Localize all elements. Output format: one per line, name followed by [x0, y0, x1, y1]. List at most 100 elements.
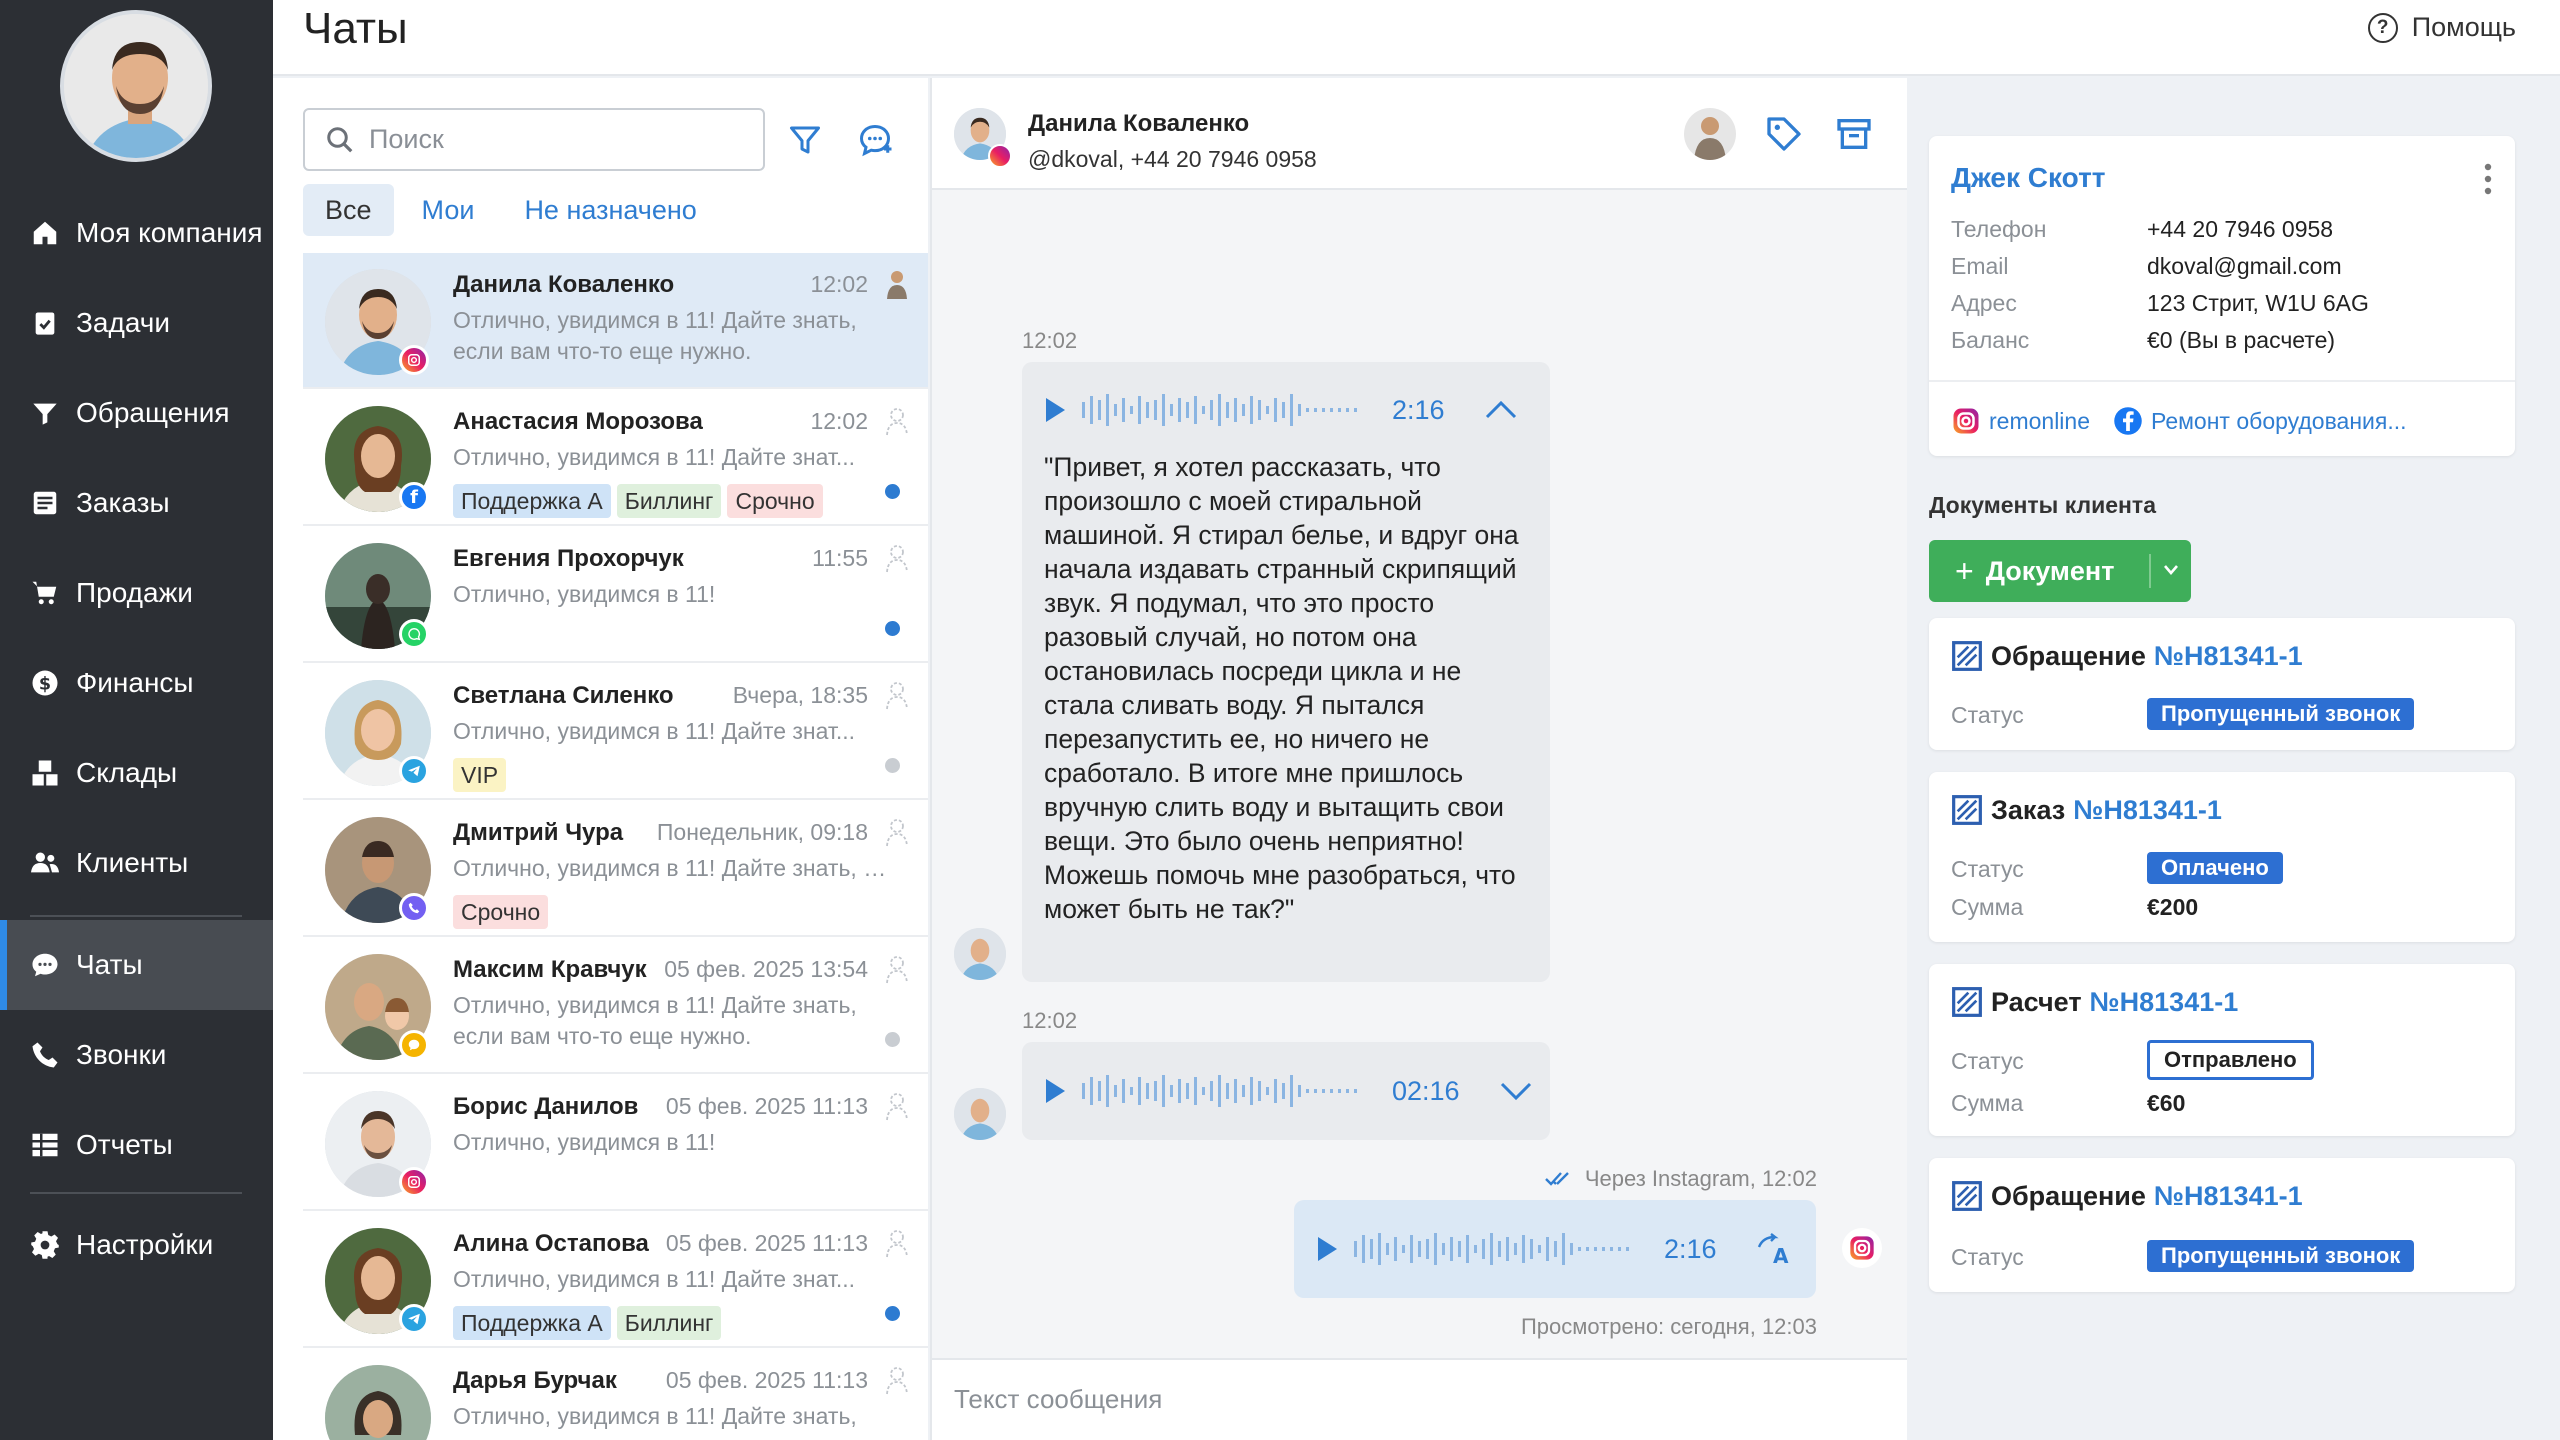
chat-list-item[interactable]: f Анастасия Морозова 12:02 Отлично, увид… [303, 390, 928, 526]
sidebar: Моя компания Задачи Обращения Заказы Про… [0, 0, 273, 1440]
field-label: Баланс [1951, 327, 2030, 353]
telegram-icon [399, 1304, 429, 1334]
waveform[interactable] [1082, 1071, 1372, 1111]
document-number[interactable]: №H81341-1 [2154, 641, 2303, 672]
tab-all[interactable]: Все [303, 184, 394, 236]
new-chat-icon[interactable] [857, 122, 893, 158]
chat-list-item[interactable]: Светлана Силенко Вчера, 18:35 Отлично, у… [303, 664, 928, 800]
chevron-down-icon[interactable] [1500, 1081, 1532, 1101]
nav-item-calls[interactable]: Звонки [0, 1010, 273, 1100]
nav-item-clients[interactable]: Клиенты [0, 818, 273, 908]
nav-label: Продажи [76, 577, 193, 608]
chat-list-item[interactable]: Максим Кравчук 05 фев. 2025 13:54 Отличн… [303, 938, 928, 1074]
nav-label: Обращения [76, 397, 230, 428]
play-icon[interactable] [1044, 1078, 1066, 1104]
assignee-avatar[interactable] [1684, 108, 1736, 160]
chat-list-item[interactable]: Данила Коваленко 12:02 Отлично, увидимся… [303, 253, 928, 389]
play-icon[interactable] [1316, 1236, 1338, 1262]
nav-item-sales[interactable]: Продажи [0, 548, 273, 638]
unassigned-icon [886, 545, 908, 573]
waveform[interactable] [1082, 390, 1372, 430]
nav-divider [30, 915, 242, 917]
incoming-voice-message: 02:16 [1022, 1042, 1550, 1140]
sum-label: Сумма [1951, 1090, 2024, 1116]
nav-item-finance[interactable]: $ Финансы [0, 638, 273, 728]
document-type-icon [1952, 795, 1982, 825]
contact-name: Светлана Силенко [453, 682, 674, 709]
document-card[interactable]: Заказ №H81341-1 Статус Оплачено Сумма €2… [1929, 772, 2515, 942]
help-link[interactable]: ? Помощь [2367, 12, 2516, 43]
chat-list-item[interactable]: Евгения Прохорчук 11:55 Отлично, увидимс… [303, 527, 928, 663]
nav-label: Клиенты [76, 847, 189, 878]
document-number[interactable]: №H81341-1 [2154, 1181, 2303, 1212]
document-number[interactable]: №H81341-1 [2090, 987, 2239, 1018]
chat-list-item[interactable]: Борис Данилов 05 фев. 2025 11:13 Отлично… [303, 1075, 928, 1211]
nav-item-orders[interactable]: Заказы [0, 458, 273, 548]
chevron-down-icon[interactable] [2163, 564, 2179, 576]
chevron-up-icon[interactable] [1485, 400, 1517, 420]
archive-icon[interactable] [1834, 114, 1874, 154]
facebook-link[interactable]: Ремонт оборудования... [2113, 406, 2407, 436]
unassigned-icon [886, 408, 908, 436]
message-preview: Отлично, увидимся в 11! [453, 581, 716, 607]
top-bar: Чаты ? Помощь [273, 0, 2560, 76]
nav-item-tasks[interactable]: Задачи [0, 278, 273, 368]
document-title: Обращение №H81341-1 [1951, 640, 2303, 672]
translate-icon[interactable]: A [1757, 1233, 1791, 1265]
user-avatar[interactable] [60, 10, 212, 162]
nav-item-requests[interactable]: Обращения [0, 368, 273, 458]
add-document-button[interactable]: + Документ [1929, 540, 2191, 602]
nav-item-warehouses[interactable]: Склады [0, 728, 273, 818]
message-input[interactable]: Текст сообщения [932, 1358, 1909, 1440]
contact-name: Дарья Бурчак [453, 1367, 617, 1394]
client-name[interactable]: Джек Скотт [1951, 162, 2106, 194]
dollar-icon: $ [28, 666, 62, 700]
search-input[interactable]: Поиск [303, 108, 765, 171]
tab-unassigned[interactable]: Не назначено [502, 184, 718, 236]
instagram-link[interactable]: remonline [1951, 406, 2090, 436]
document-number[interactable]: №H81341-1 [2073, 795, 2222, 826]
document-type: Обращение [1991, 640, 2146, 671]
seen-status: Просмотрено: сегодня, 12:03 [1520, 1314, 1817, 1339]
chat-contact-name: Данила Коваленко [1028, 110, 1250, 137]
nav-item-reports[interactable]: Отчеты [0, 1100, 273, 1190]
tab-mine[interactable]: Мои [400, 184, 497, 236]
document-title: Заказ №H81341-1 [1951, 794, 2222, 826]
boxes-icon [28, 756, 62, 790]
chat-list-item[interactable]: Алина Остапова 05 фев. 2025 11:13 Отличн… [303, 1212, 928, 1348]
viber-icon [399, 893, 429, 923]
field-value: +44 20 7946 0958 [2147, 216, 2334, 242]
instagram-icon [988, 144, 1012, 168]
play-icon[interactable] [1044, 397, 1066, 423]
nav-label: Чаты [76, 949, 143, 980]
message-time: 12:02 [810, 408, 868, 434]
contact-name: Максим Кравчук [453, 956, 647, 983]
nav-item-company[interactable]: Моя компания [0, 188, 273, 278]
nav-item-chats[interactable]: Чаты [0, 920, 273, 1010]
chat-list-item[interactable]: Дмитрий Чура Понедельник, 09:18 Отлично,… [303, 801, 928, 937]
read-dot [885, 758, 900, 773]
chat-icon [28, 948, 62, 982]
message-preview: Отлично, увидимся в 11! Дайте знать, есл… [453, 307, 857, 364]
document-card[interactable]: Расчет №H81341-1 Статус Отправлено Сумма… [1929, 964, 2515, 1136]
nav-label: Моя компания [76, 217, 263, 248]
audio-duration: 2:16 [1664, 1233, 1717, 1264]
status-label: Статус [1951, 1244, 2024, 1270]
chat-list-item[interactable]: Дарья Бурчак 05 фев. 2025 11:13 Отлично,… [303, 1349, 928, 1440]
search-icon [327, 126, 353, 152]
message-preview: Отлично, увидимся в 11! Дайте знать, есл… [453, 992, 857, 1049]
document-card[interactable]: Обращение №H81341-1 Статус Пропущенный з… [1929, 1158, 2515, 1292]
status-label: Статус [1951, 1048, 2024, 1074]
facebook-account: Ремонт оборудования... [2151, 407, 2407, 434]
nav-item-settings[interactable]: Настройки [0, 1200, 273, 1290]
tag-icon[interactable] [1764, 114, 1804, 154]
contact-name: Борис Данилов [453, 1093, 639, 1120]
more-vertical-icon[interactable] [2483, 162, 2493, 196]
unassigned-icon [886, 956, 908, 984]
document-title: Обращение №H81341-1 [1951, 1180, 2303, 1212]
telegram-icon [399, 756, 429, 786]
search-placeholder: Поиск [369, 124, 444, 154]
waveform[interactable] [1354, 1229, 1644, 1269]
document-card[interactable]: Обращение №H81341-1 Статус Пропущенный з… [1929, 618, 2515, 750]
filter-icon[interactable] [787, 122, 823, 158]
